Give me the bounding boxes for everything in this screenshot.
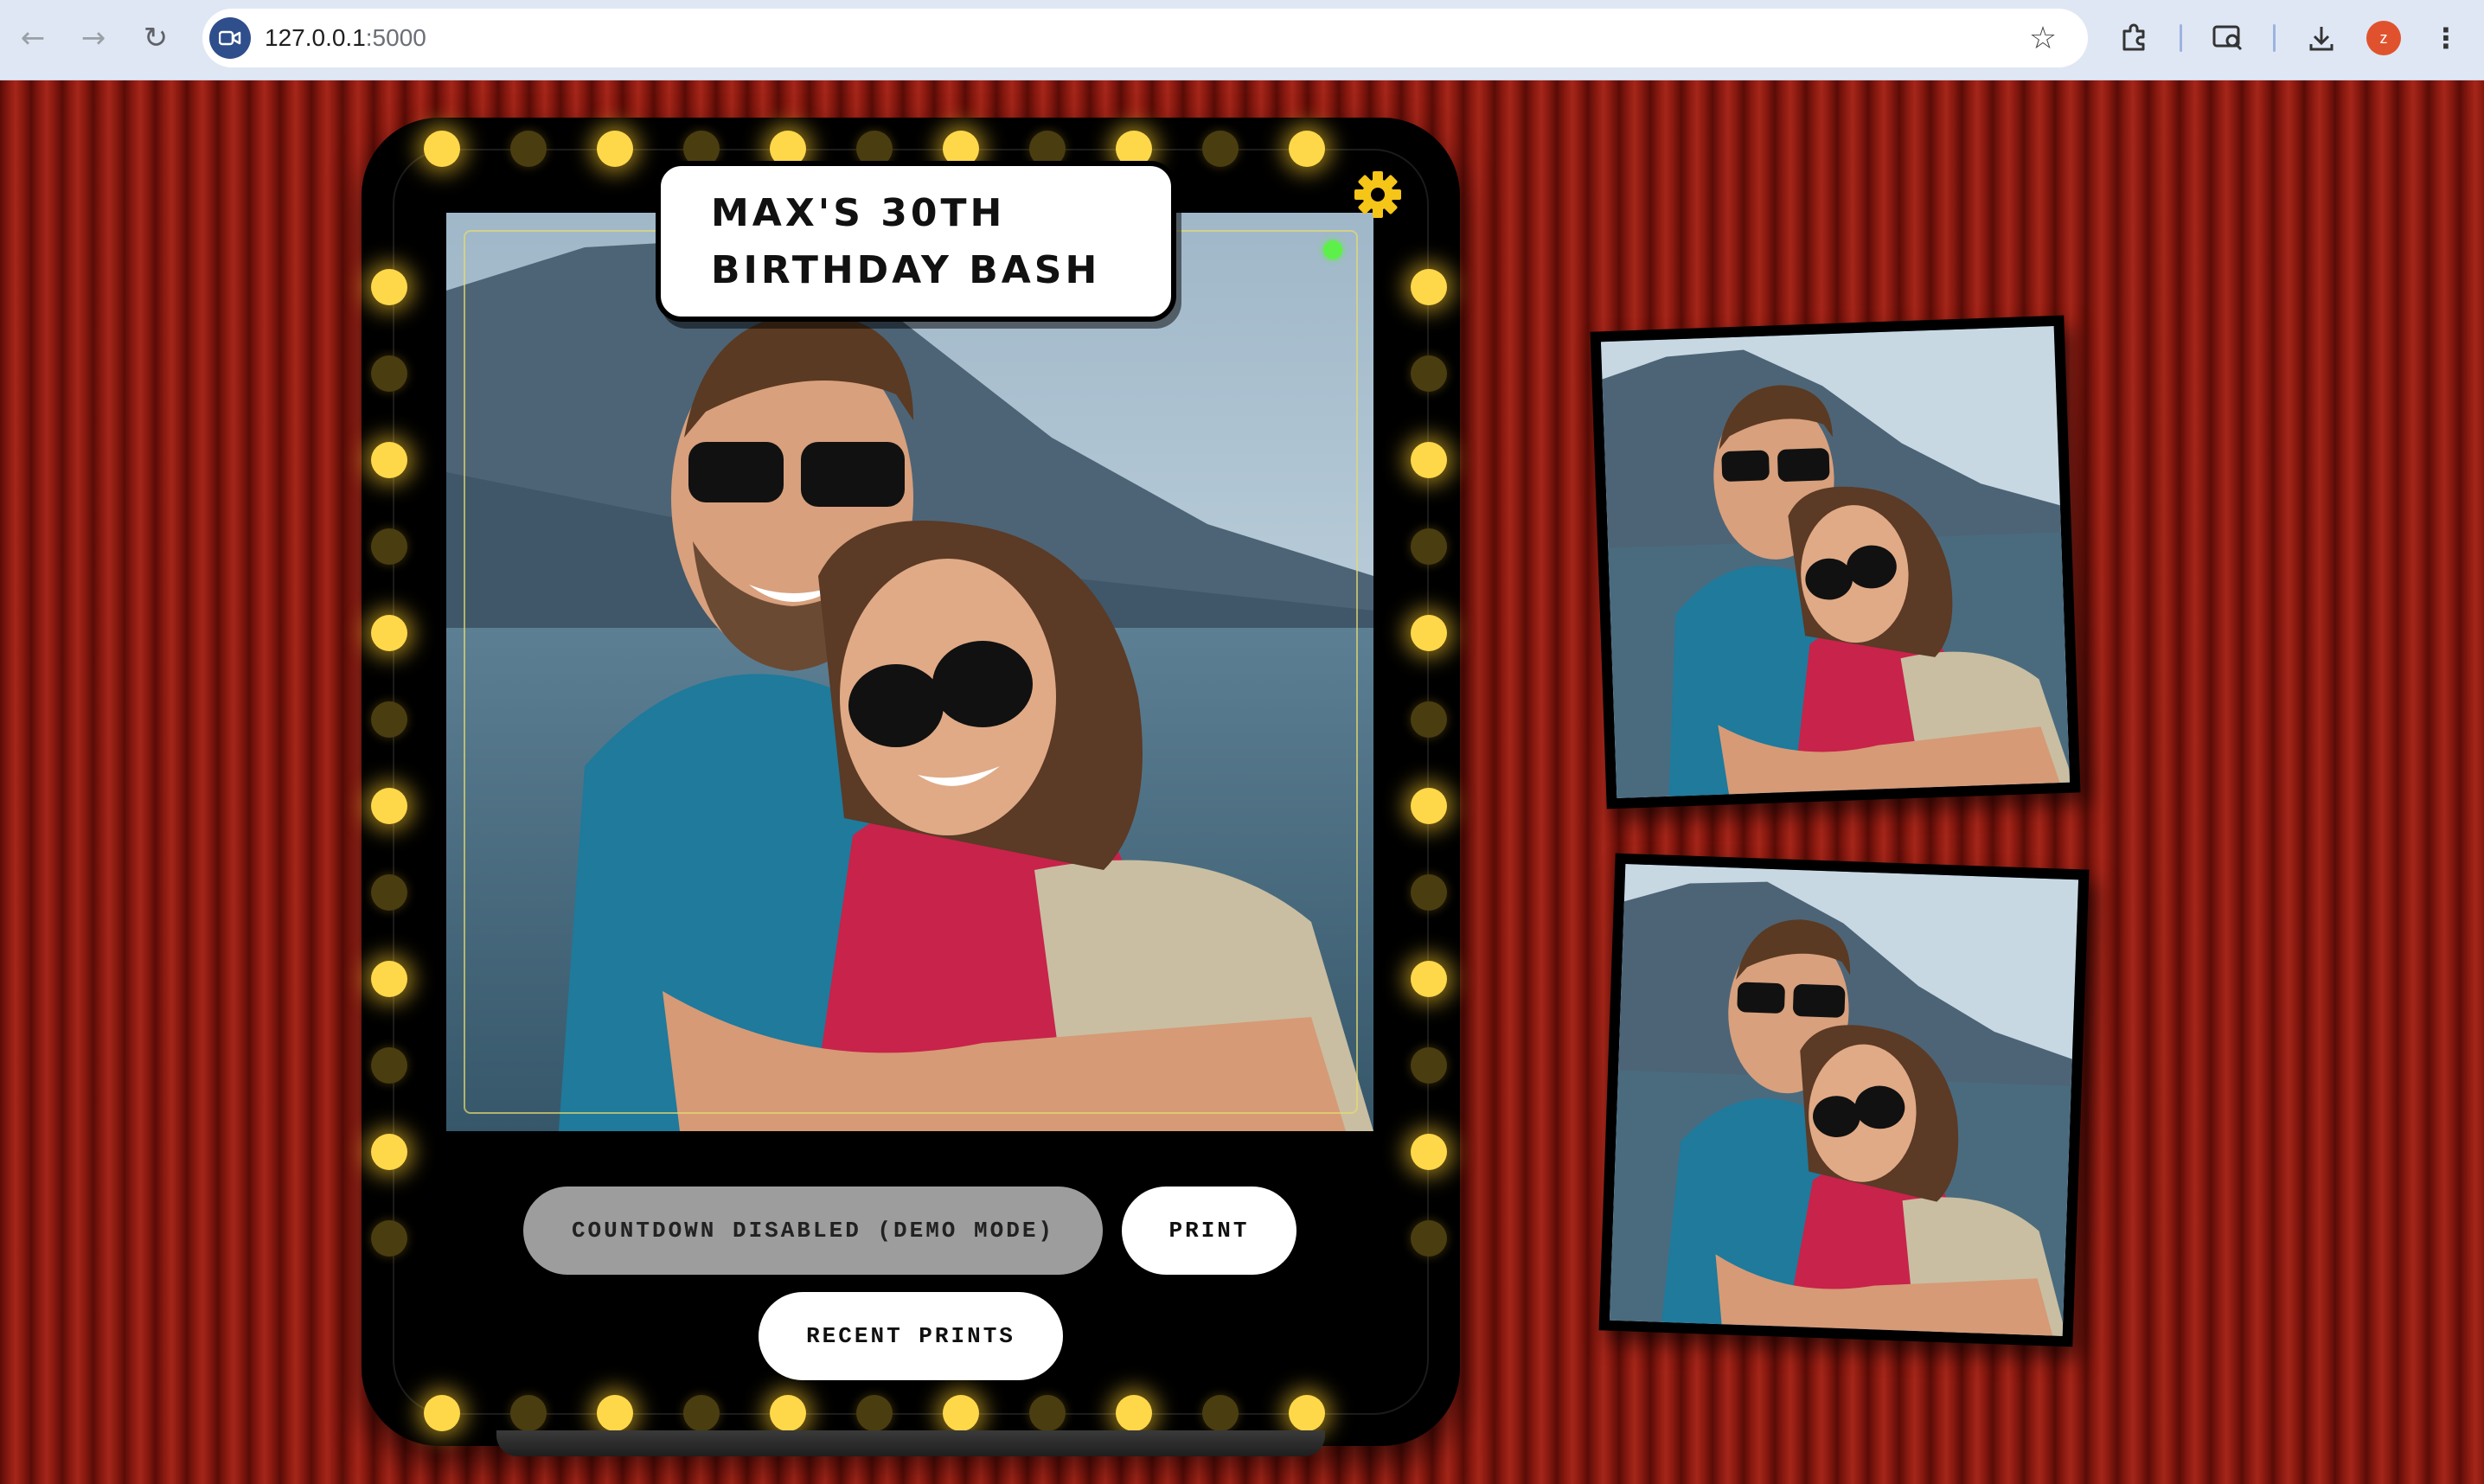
photo-booth: MAX'S 30TH BIRTHDAY BASH COUNTDOWN DISAB…	[362, 118, 1460, 1446]
marquee-bulb	[1411, 269, 1447, 305]
marquee-bulb	[1411, 788, 1447, 824]
toolbar-separator	[2273, 24, 2276, 52]
marquee-bulb	[371, 1134, 407, 1170]
profile-avatar[interactable]: Z	[2366, 21, 2401, 55]
gear-icon	[1354, 171, 1401, 218]
marquee-bulb	[371, 874, 407, 911]
arrow-left-icon: ←	[20, 21, 46, 55]
marquee-bulb	[1411, 355, 1447, 392]
marquee-bulb	[371, 1047, 407, 1084]
star-icon: ☆	[2028, 20, 2058, 56]
camera-status-indicator	[1323, 240, 1342, 259]
recent-prints-button[interactable]: RECENT PRINTS	[759, 1292, 1063, 1380]
event-title-card: MAX'S 30TH BIRTHDAY BASH	[656, 161, 1176, 322]
marquee-bulb	[424, 1395, 460, 1431]
marquee-bulb	[1116, 1395, 1152, 1431]
url-port: :5000	[365, 24, 426, 51]
marquee-bulb	[371, 615, 407, 651]
download-icon	[2309, 27, 2334, 51]
event-title: MAX'S 30TH BIRTHDAY BASH	[711, 185, 1143, 299]
countdown-button[interactable]: COUNTDOWN DISABLED (DEMO MODE)	[523, 1187, 1103, 1275]
marquee-bulb	[371, 269, 407, 305]
marquee-bulb	[371, 1220, 407, 1257]
tab-search-icon	[2212, 25, 2243, 51]
marquee-bulb	[1411, 615, 1447, 651]
toolbar-separator	[2180, 24, 2182, 52]
framing-guide	[464, 230, 1358, 1114]
reload-icon: ↻	[143, 21, 169, 55]
marquee-bulb	[1289, 1395, 1325, 1431]
extensions-button[interactable]	[2114, 17, 2155, 59]
forward-button[interactable]: →	[73, 17, 114, 59]
bookmark-button[interactable]: ☆	[2022, 17, 2064, 59]
marquee-bulb	[510, 131, 547, 167]
kebab-menu-icon: ⋮	[2432, 22, 2460, 54]
marquee-bulb	[371, 961, 407, 997]
print-button[interactable]: PRINT	[1122, 1187, 1296, 1275]
marquee-bulb	[371, 355, 407, 392]
marquee-bulb	[1202, 131, 1239, 167]
url-text[interactable]: 127.0.0.1:5000	[265, 9, 426, 67]
profile-initial: Z	[2379, 29, 2388, 47]
marquee-bulb	[424, 131, 460, 167]
booth-stand	[496, 1430, 1325, 1456]
puzzle-icon	[2122, 23, 2145, 51]
reload-button[interactable]: ↻	[135, 17, 176, 59]
url-host: 127.0.0.1	[265, 24, 366, 51]
event-title-line2: BIRTHDAY BASH	[711, 248, 1101, 292]
address-bar[interactable]: 127.0.0.1:5000 ☆	[202, 9, 2088, 67]
marquee-bulb	[770, 1395, 806, 1431]
marquee-bulb	[1411, 442, 1447, 478]
marquee-bulb	[1411, 961, 1447, 997]
marquee-bulb	[1029, 1395, 1066, 1431]
marquee-bulb	[683, 1395, 720, 1431]
marquee-bulb	[1202, 1395, 1239, 1431]
settings-button[interactable]	[1353, 170, 1403, 220]
event-title-line1: MAX'S 30TH	[711, 191, 1006, 235]
video-camera-icon[interactable]	[209, 17, 251, 59]
marquee-bulb	[856, 1395, 893, 1431]
recent-print-2[interactable]	[1598, 853, 2090, 1347]
marquee-bulb	[371, 442, 407, 478]
marquee-bulb	[943, 1395, 979, 1431]
marquee-bulb	[371, 701, 407, 738]
marquee-bulb	[597, 131, 633, 167]
print-image	[1609, 864, 2079, 1336]
marquee-bulb	[1411, 701, 1447, 738]
marquee-bulb	[1289, 131, 1325, 167]
downloads-button[interactable]	[2301, 17, 2342, 59]
marquee-bulb	[1411, 874, 1447, 911]
print-photo	[1600, 326, 2071, 798]
recent-print-1[interactable]	[1590, 315, 2081, 809]
arrow-right-icon: →	[80, 21, 106, 55]
marquee-bulb	[1411, 1220, 1447, 1257]
marquee-bulb	[371, 788, 407, 824]
print-photo	[1609, 864, 2079, 1336]
marquee-bulb	[1411, 1047, 1447, 1084]
browser-menu-button[interactable]: ⋮	[2425, 17, 2467, 59]
back-button[interactable]: ←	[12, 17, 54, 59]
tab-search-button[interactable]	[2207, 17, 2249, 59]
browser-toolbar: ← → ↻ 127.0.0.1:5000 ☆ Z ⋮	[0, 0, 2484, 80]
marquee-bulb	[1411, 528, 1447, 565]
marquee-bulb	[1411, 1134, 1447, 1170]
marquee-bulb	[371, 528, 407, 565]
marquee-bulb	[597, 1395, 633, 1431]
print-image	[1600, 326, 2071, 798]
marquee-bulb	[510, 1395, 547, 1431]
